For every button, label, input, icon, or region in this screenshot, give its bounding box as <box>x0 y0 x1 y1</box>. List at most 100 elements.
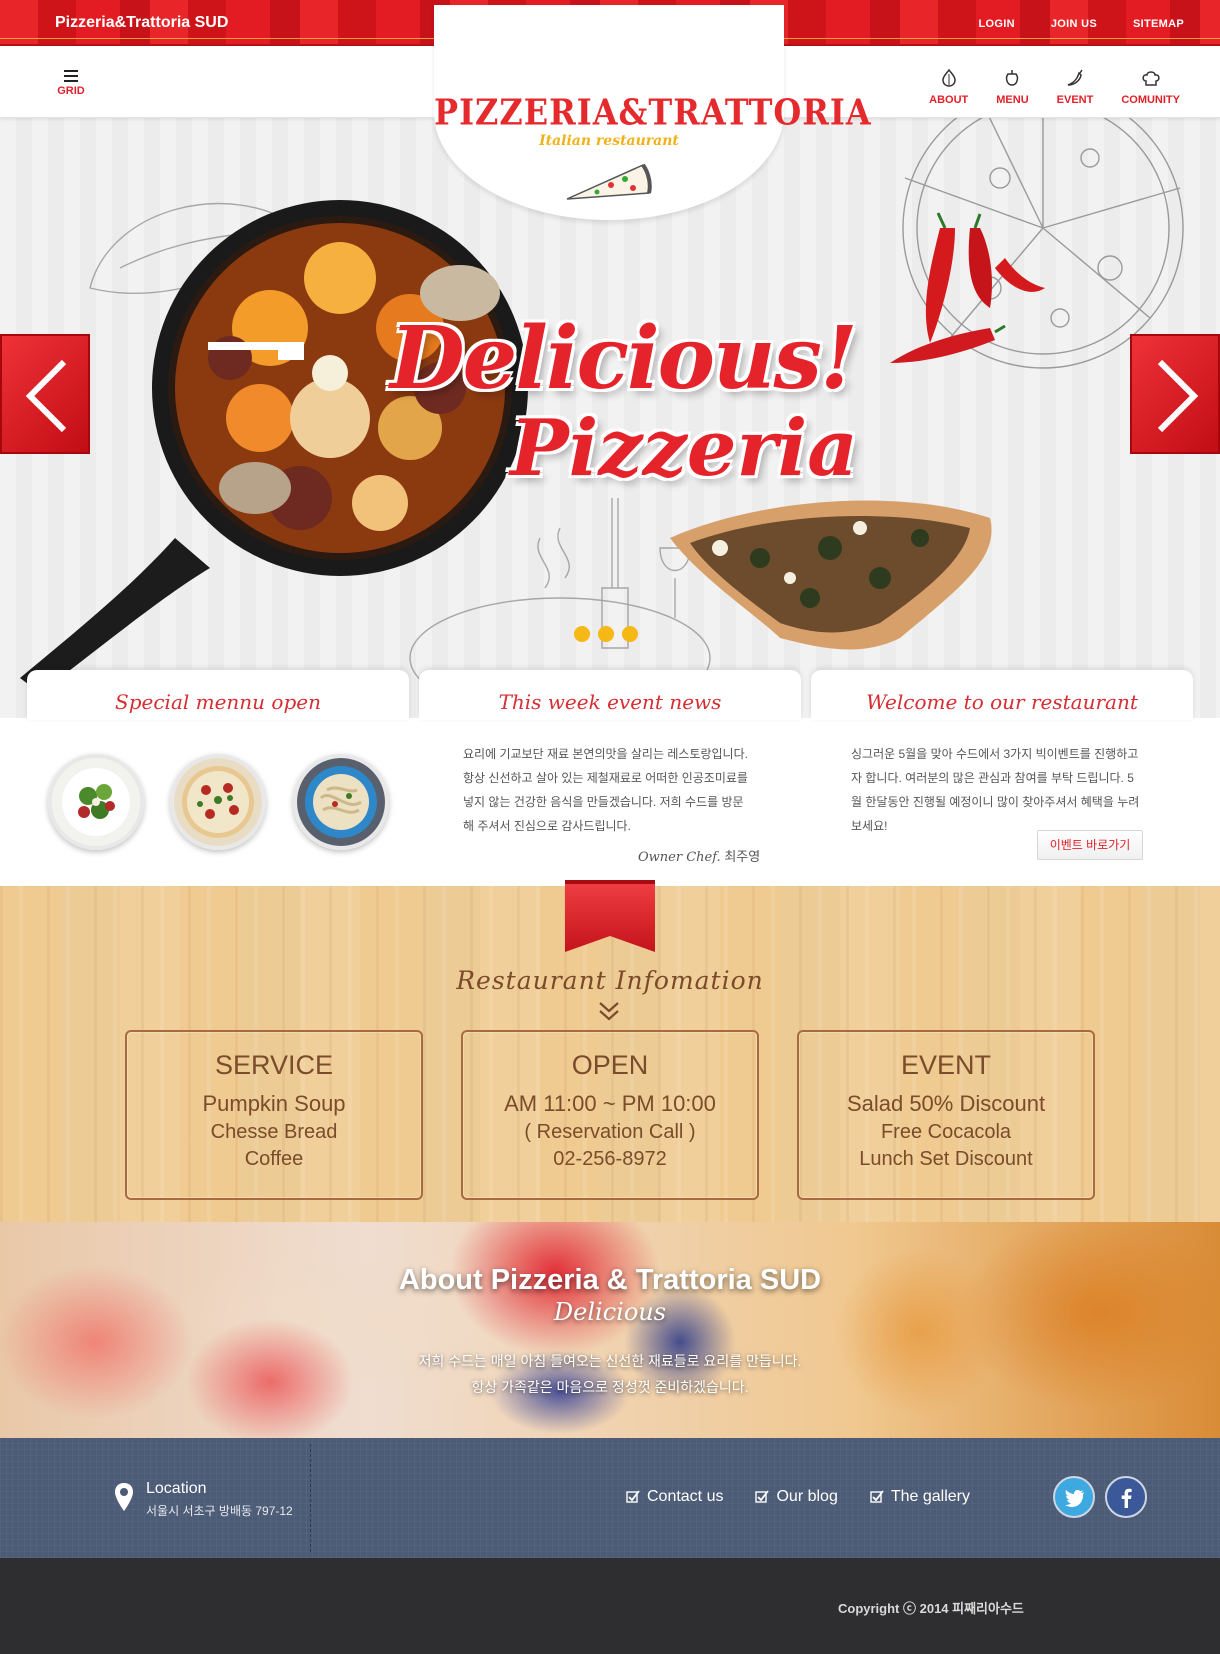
chevron-left-icon <box>25 359 67 433</box>
chef-title: Owner Chef. <box>638 850 721 865</box>
tab-welcome: Welcome to our restaurant <box>811 670 1193 720</box>
pizza-slice-icon <box>566 163 652 200</box>
hero-divider <box>208 342 304 350</box>
brand-name: Pizzeria&Trattoria SUD <box>55 14 229 31</box>
about-script-title: Delicious <box>553 1298 667 1326</box>
event-shortcut-button[interactable]: 이벤트 바로가기 <box>1037 830 1143 860</box>
contact-us-link[interactable]: Contact us <box>626 1488 723 1506</box>
footer-links: Contact us Our blog The gallery <box>626 1488 970 1506</box>
hero-headline-line1: Delicious! <box>390 308 858 409</box>
grid-button[interactable]: GRID <box>56 70 86 97</box>
logo-title: PIZZERIA&TRATTORIA <box>434 91 872 134</box>
hamburger-icon <box>64 70 78 82</box>
the-gallery-link[interactable]: The gallery <box>870 1488 970 1506</box>
info-box-line: Free Cocacola <box>880 1121 1012 1143</box>
hero-divider-tail <box>278 350 304 360</box>
our-blog-label: Our blog <box>776 1488 838 1505</box>
contact-us-label: Contact us <box>646 1488 724 1505</box>
nav-event[interactable]: EVENT <box>1056 68 1094 108</box>
welcome-line: 싱그러운 5월을 맞아 수드에서 3가지 빅이벤트를 진행하고 <box>851 747 1139 761</box>
info-box-line: Chesse Bread <box>210 1121 338 1143</box>
welcome-line: 자 합니다. 여러분의 많은 관심과 참여를 부탁 드립니다. 5 <box>851 771 1134 785</box>
restaurant-info-title: Restaurant Infomation <box>456 966 764 995</box>
checkbox-icon <box>626 1490 640 1503</box>
menu-thumb-pizza[interactable] <box>170 754 266 850</box>
event-news-line: 요리에 기교보단 재료 본연의맛을 살리는 레스토랑입니다. <box>463 747 748 761</box>
pizza-image <box>174 758 262 846</box>
tab-special-menu-title: Special mennu open <box>115 690 321 714</box>
info-box-title: EVENT <box>900 1050 992 1080</box>
nav-about-label: ABOUT <box>929 94 969 106</box>
tab-event-news: This week event news <box>419 670 801 720</box>
nav-about[interactable]: ABOUT <box>929 68 968 108</box>
join-us-link[interactable]: JOIN US <box>1051 18 1097 30</box>
slide-dot-3[interactable] <box>622 626 638 642</box>
location-pin-icon <box>115 1483 133 1511</box>
slide-dot-1[interactable] <box>574 626 590 642</box>
about-line-1: 저희 수드는 매일 아침 들여오는 신선한 재료들로 요리를 만듭니다. <box>418 1353 802 1369</box>
info-box-line: ( Reservation Call ) <box>524 1121 696 1143</box>
event-news-line: 넣지 않는 건강한 음식을 만들겠습니다. 저희 수드를 방문 <box>463 795 744 809</box>
info-box-title: OPEN <box>571 1050 649 1080</box>
garlic-icon <box>941 68 956 87</box>
nav-comunity-label: COMUNITY <box>1121 94 1180 106</box>
hero-headline: Delicious! Pizzeria <box>390 308 858 494</box>
copyright-text: Copyright ⓒ 2014 피째리아수드 <box>838 1601 1024 1616</box>
slide-indicators <box>574 626 638 642</box>
info-box-title: SERVICE <box>214 1050 334 1080</box>
login-link[interactable]: LOGIN <box>979 18 1015 30</box>
tab-special-menu: Special mennu open <box>27 670 409 720</box>
twitter-button[interactable] <box>1053 1476 1095 1518</box>
chef-signature: Owner Chef. 최주영 <box>638 846 760 865</box>
restaurant-info-section: Restaurant Infomation SERVICE Pumpkin So… <box>0 880 1220 1222</box>
our-blog-link[interactable]: Our blog <box>755 1488 838 1506</box>
event-news-line: 항상 신선하고 살아 있는 제철재료로 어떠한 인공조미료를 <box>463 771 748 785</box>
chef-hat-icon <box>1142 71 1160 86</box>
about-title: About Pizzeria & Trattoria SUD <box>398 1264 822 1296</box>
nav-menu-label: MENU <box>996 94 1029 106</box>
location-title: Location <box>146 1480 207 1497</box>
chevron-right-icon <box>1157 359 1199 433</box>
facebook-button[interactable] <box>1105 1476 1147 1518</box>
utility-links: LOGIN JOIN US SITEMAP <box>979 18 1184 30</box>
info-box-line: Lunch Set Discount <box>859 1148 1033 1170</box>
nav-comunity[interactable]: COMUNITY <box>1121 68 1180 108</box>
hero-headline-line2: Pizzeria <box>510 403 858 494</box>
about-section: About Pizzeria & Trattoria SUD Delicious… <box>0 1222 1220 1438</box>
tab-event-news-title: This week event news <box>498 690 722 714</box>
prev-slide-button[interactable] <box>0 334 90 454</box>
ribbon-icon <box>565 880 655 952</box>
info-box-open: OPEN AM 11:00 ~ PM 10:00 ( Reservation C… <box>461 1030 759 1200</box>
menu-thumb-pasta[interactable] <box>293 754 389 850</box>
info-box-line: 02-256-8972 <box>553 1148 667 1170</box>
chef-name: 최주영 <box>724 849 761 864</box>
checkbox-icon <box>870 1490 884 1503</box>
info-content: 요리에 기교보단 재료 본연의맛을 살리는 레스토랑입니다. 항상 신선하고 살… <box>0 718 1220 886</box>
about-description: 저희 수드는 매일 아침 들여오는 신선한 재료들로 요리를 만듭니다. 항상 … <box>0 1348 1220 1400</box>
menu-thumb-salad[interactable] <box>48 754 144 850</box>
sitemap-link[interactable]: SITEMAP <box>1133 18 1184 30</box>
the-gallery-label: The gallery <box>890 1488 970 1505</box>
info-box-line: Pumpkin Soup <box>202 1091 346 1116</box>
main-nav: ABOUT MENU EVENT COMUNITY <box>929 68 1180 108</box>
nav-event-label: EVENT <box>1056 94 1094 106</box>
next-slide-button[interactable] <box>1130 334 1220 454</box>
location-address: 서울시 서초구 방배동 797-12 <box>146 1504 293 1518</box>
pepper-icon <box>1006 70 1019 86</box>
pasta-image <box>297 758 385 846</box>
about-line-2: 항상 가족같은 마음으로 정성껏 준비하겠습니다. <box>471 1379 749 1395</box>
logo-subtitle: Italian restaurant <box>539 133 679 149</box>
footer: Location 서울시 서초구 방배동 797-12 Contact us O… <box>0 1438 1220 1558</box>
double-chevron-down-icon <box>599 1002 619 1021</box>
event-news-text: 요리에 기교보단 재료 본연의맛을 살리는 레스토랑입니다. 항상 신선하고 살… <box>463 742 748 838</box>
slide-dot-2[interactable] <box>598 626 614 642</box>
info-tabs: Special mennu open This week event news … <box>0 670 1220 720</box>
nav-menu[interactable]: MENU <box>996 68 1029 108</box>
logo[interactable]: PIZZERIA&TRATTORIA Italian restaurant <box>434 5 871 220</box>
salad-image <box>52 758 140 846</box>
event-news-line: 해 주셔서 진심으로 감사드립니다. <box>463 819 631 833</box>
tab-welcome-title: Welcome to our restaurant <box>866 690 1138 714</box>
footer-divider <box>310 1444 311 1552</box>
info-box-line: Salad 50% Discount <box>846 1091 1046 1116</box>
welcome-text: 싱그러운 5월을 맞아 수드에서 3가지 빅이벤트를 진행하고 자 합니다. 여… <box>851 742 1139 838</box>
